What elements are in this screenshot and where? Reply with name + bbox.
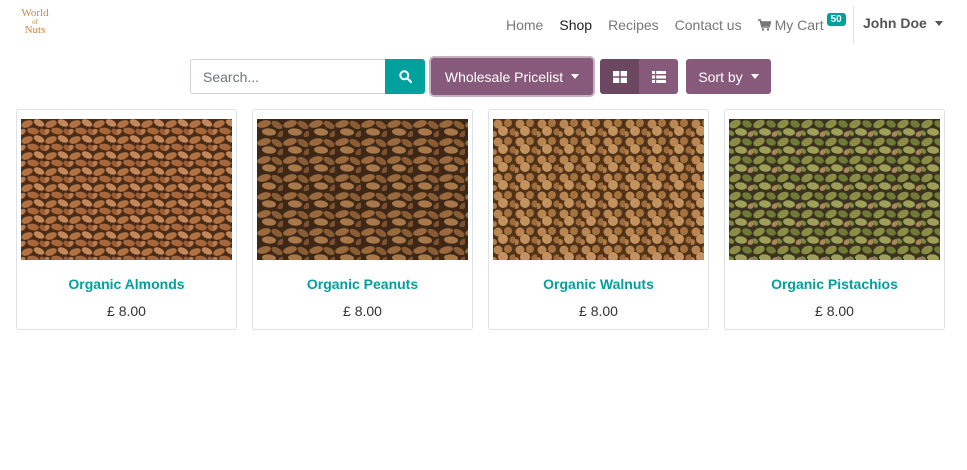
grid-view-button[interactable] (600, 59, 639, 94)
list-view-icon (651, 70, 666, 83)
product-price: £ 8.00 (343, 303, 382, 319)
navbar-divider (853, 6, 854, 44)
my-cart-link[interactable]: My Cart 50 (757, 13, 846, 33)
product-card-walnuts[interactable]: Organic Walnuts £ 8.00 (488, 109, 709, 330)
list-view-button[interactable] (639, 59, 678, 94)
shopping-cart-icon (757, 19, 771, 31)
product-price: £ 8.00 (815, 303, 854, 319)
product-image-pistachios[interactable] (729, 119, 940, 260)
product-image-almonds[interactable] (21, 119, 232, 260)
product-name[interactable]: Organic Almonds (17, 276, 236, 292)
nav-shop[interactable]: Shop (559, 17, 592, 33)
view-mode-toggle (600, 59, 678, 94)
product-name[interactable]: Organic Walnuts (489, 276, 708, 292)
chevron-down-icon (934, 20, 943, 26)
cart-quantity-badge: 50 (826, 13, 846, 26)
grid-view-icon (612, 70, 627, 83)
nav-contact-us[interactable]: Contact us (675, 17, 742, 33)
user-menu-dropdown[interactable]: John Doe (863, 15, 943, 31)
main-menu: Home Shop Recipes Contact us My Cart 50 (506, 13, 846, 35)
product-card-peanuts[interactable]: Organic Peanuts £ 8.00 (252, 109, 473, 330)
chevron-down-icon (750, 74, 759, 79)
top-navbar: World of Nuts Home Shop Recipes Contact … (0, 0, 967, 48)
product-card-pistachios[interactable]: Organic Pistachios £ 8.00 (724, 109, 945, 330)
product-image-walnuts[interactable] (493, 119, 704, 260)
search-icon (398, 70, 412, 83)
search-input[interactable] (190, 59, 386, 94)
product-price: £ 8.00 (107, 303, 146, 319)
logo-line-3: Nuts (24, 24, 46, 36)
brand-logo[interactable]: World of Nuts (18, 8, 52, 36)
product-price: £ 8.00 (579, 303, 618, 319)
product-card-almonds[interactable]: Organic Almonds £ 8.00 (16, 109, 237, 330)
sort-by-label: Sort by (698, 68, 743, 85)
sort-by-dropdown-button[interactable]: Sort by (686, 59, 771, 94)
product-image-peanuts[interactable] (257, 119, 468, 260)
nav-home[interactable]: Home (506, 17, 543, 33)
nav-recipes[interactable]: Recipes (608, 17, 659, 33)
pricelist-dropdown-button[interactable]: Wholesale Pricelist (431, 58, 593, 95)
search-button[interactable] (385, 59, 425, 94)
product-name[interactable]: Organic Pistachios (725, 276, 944, 292)
pricelist-label: Wholesale Pricelist (444, 68, 564, 85)
product-name[interactable]: Organic Peanuts (253, 276, 472, 292)
my-cart-label: My Cart (774, 17, 824, 33)
chevron-down-icon (571, 74, 580, 79)
user-name: John Doe (863, 15, 927, 31)
